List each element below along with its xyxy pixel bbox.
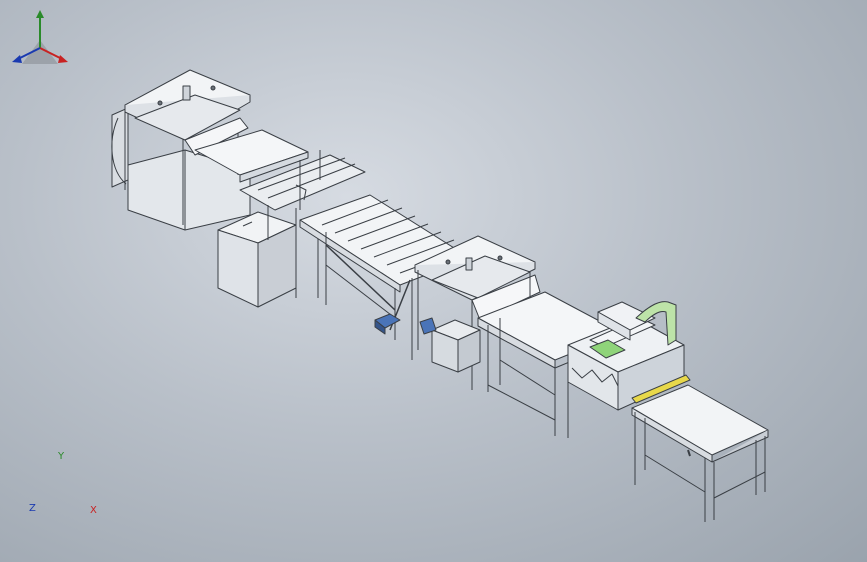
axis-triad [12,10,68,64]
x-axis-label: X [90,505,97,516]
control-cabinet[interactable] [217,211,297,308]
y-axis-label: Y [58,451,65,462]
exit-conveyor[interactable] [631,384,769,522]
assembly-model[interactable] [0,0,867,562]
z-axis-label: Z [29,503,36,514]
cad-viewport[interactable]: Y X Z [0,0,867,562]
